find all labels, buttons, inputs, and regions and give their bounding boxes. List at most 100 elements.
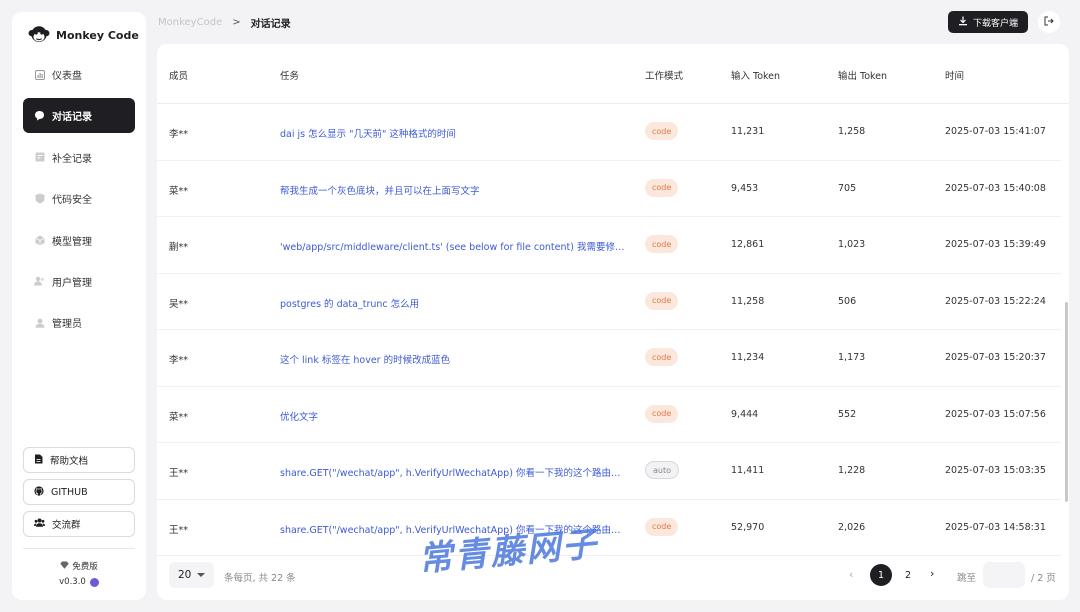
time-cell: 2025-07-03 15:40:08 (945, 182, 1046, 194)
breadcrumb-root[interactable]: MonkeyCode (158, 17, 222, 28)
github-button[interactable]: GITHUB (23, 479, 135, 505)
version-label: v0.3.0 (59, 577, 86, 587)
time-cell: 2025-07-03 15:07:56 (945, 408, 1046, 420)
mode-badge: code (645, 122, 679, 140)
sidebar-item-completion-records[interactable]: 补全记录 (23, 140, 135, 175)
output-token-cell: 506 (838, 295, 857, 307)
sidebar-item-code-security[interactable]: 代码安全 (23, 181, 135, 216)
sidebar: Monkey Code 仪表盘 对话记录 补全记录 代码安全 模型管理 用户管理… (12, 12, 146, 600)
breadcrumb: MonkeyCode > 对话记录 (158, 15, 291, 30)
help-docs-label: 帮助文档 (50, 456, 89, 467)
member-cell: 李** (169, 129, 189, 140)
time-cell: 2025-07-03 15:20:37 (945, 352, 1046, 363)
update-indicator-icon[interactable] (89, 577, 99, 587)
mode-badge: auto (645, 461, 680, 479)
member-cell: 吴** (169, 298, 189, 310)
community-group-label: 交流群 (52, 520, 81, 531)
table-header: 成员 任务 工作模式 输入 Token 输出 Token 时间 (157, 44, 1069, 104)
mode-badge: code (645, 235, 679, 253)
version-info: 免费版 v0.3.0 (12, 560, 146, 587)
edition-badge: 免费版 (12, 560, 146, 572)
version-row: v0.3.0 (12, 577, 146, 587)
output-token-cell: 705 (838, 182, 857, 194)
table-row[interactable]: 吴** postgres 的 data_trunc 怎么用 code 11,25… (157, 274, 1061, 330)
sidebar-item-label: 对话记录 (52, 112, 92, 124)
output-token-cell: 1,258 (838, 126, 866, 137)
jump-page-input[interactable] (983, 562, 1025, 588)
edition-label: 免费版 (72, 562, 98, 572)
sidebar-item-dashboard[interactable]: 仪表盘 (23, 57, 135, 92)
chat-records-panel: 成员 任务 工作模式 输入 Token 输出 Token 时间 李** dai … (157, 44, 1069, 600)
input-token-cell: 9,453 (731, 182, 759, 194)
pagination: 20 条每页, 共 22 条 ‹ 1 2 › 跳至 / 2 页 (157, 558, 1069, 600)
column-time: 时间 (945, 71, 965, 82)
table-row[interactable]: 菜** 帮我生成一个灰色底块，并且可以在上面写文字 code 9,453 705… (157, 161, 1061, 217)
page-size-select[interactable]: 20 (169, 562, 214, 588)
sidebar-item-label: 代码安全 (52, 195, 92, 207)
sidebar-item-label: 补全记录 (52, 153, 92, 165)
column-task: 任务 (280, 71, 300, 82)
sidebar-item-label: 模型管理 (52, 236, 92, 248)
brand-name: Monkey Code (56, 28, 139, 42)
table-row[interactable]: 蒯** 'web/app/src/middleware/client.ts' (… (157, 217, 1061, 274)
column-output-token: 输出 Token (838, 71, 888, 82)
sidebar-item-label: 用户管理 (52, 277, 92, 289)
input-token-cell: 11,231 (731, 126, 765, 137)
dashboard-icon (34, 69, 45, 80)
table-scrollbar[interactable] (1065, 302, 1068, 502)
download-client-button[interactable]: 下载客户端 (948, 11, 1028, 33)
cube-icon (34, 235, 45, 246)
community-group-button[interactable]: 交流群 (23, 511, 135, 537)
task-link[interactable]: 优化文字 (280, 409, 318, 423)
task-link[interactable]: postgres 的 data_trunc 怎么用 (280, 296, 419, 310)
next-page-button[interactable]: › (930, 567, 934, 580)
page-1-button[interactable]: 1 (870, 564, 892, 586)
chevron-down-icon (197, 573, 206, 577)
table-row[interactable]: 王** share.GET("/wechat/app", h.VerifyUrl… (157, 443, 1061, 500)
monkey-logo-icon (28, 26, 50, 42)
sidebar-item-chat-records[interactable]: 对话记录 (23, 98, 135, 134)
input-token-cell: 11,234 (731, 352, 765, 363)
mode-badge: code (645, 348, 679, 366)
table-row[interactable]: 李** dai js 怎么显示 "几天前" 这种格式的时间 code 11,23… (157, 104, 1061, 161)
time-cell: 2025-07-03 14:58:31 (945, 521, 1046, 533)
total-pages-label: / 2 页 (1031, 573, 1056, 584)
task-link[interactable]: dai js 怎么显示 "几天前" 这种格式的时间 (280, 126, 456, 140)
input-token-cell: 11,411 (731, 465, 765, 476)
mode-badge: code (645, 178, 679, 197)
logout-button[interactable] (1038, 11, 1060, 33)
output-token-cell: 1,228 (838, 465, 866, 476)
sidebar-links: 帮助文档 GITHUB 交流群 (23, 447, 135, 543)
task-link[interactable]: 帮我生成一个灰色底块，并且可以在上面写文字 (280, 183, 480, 197)
brand-logo[interactable]: Monkey Code (28, 24, 139, 46)
github-label: GITHUB (51, 486, 88, 498)
task-link[interactable]: 这个 link 标签在 hover 的时候改成蓝色 (280, 352, 450, 366)
doc-icon (34, 454, 43, 467)
sidebar-item-label: 仪表盘 (52, 71, 82, 82)
pagination-summary: 条每页, 共 22 条 (224, 573, 296, 584)
member-cell: 王** (169, 524, 189, 536)
sidebar-item-user-management[interactable]: 用户管理 (23, 264, 135, 299)
task-link[interactable]: share.GET("/wechat/app", h.VerifyUrlWech… (280, 465, 625, 479)
page-2-button[interactable]: 2 (901, 564, 915, 586)
time-cell: 2025-07-03 15:03:35 (945, 465, 1046, 476)
diamond-icon (60, 561, 69, 572)
shield-icon (34, 193, 45, 204)
sidebar-item-admin[interactable]: 管理员 (23, 305, 135, 340)
time-cell: 2025-07-03 15:22:24 (945, 295, 1046, 307)
task-link[interactable]: 'web/app/src/middleware/client.ts' (see … (280, 239, 625, 253)
logout-icon (1044, 16, 1054, 29)
input-token-cell: 52,970 (731, 521, 765, 533)
sidebar-nav: 仪表盘 对话记录 补全记录 代码安全 模型管理 用户管理 管理员 (23, 57, 135, 347)
sidebar-item-model-management[interactable]: 模型管理 (23, 223, 135, 258)
column-mode: 工作模式 (645, 71, 684, 82)
prev-page-button[interactable]: ‹ (849, 568, 853, 581)
table-row[interactable]: 李** 这个 link 标签在 hover 的时候改成蓝色 code 11,23… (157, 330, 1061, 387)
breadcrumb-separator: > (232, 17, 241, 28)
input-token-cell: 9,444 (731, 408, 759, 420)
table-row[interactable]: 王** share.GET("/wechat/app", h.VerifyUrl… (157, 500, 1061, 556)
help-docs-button[interactable]: 帮助文档 (23, 447, 135, 473)
users-icon (34, 276, 45, 287)
table-row[interactable]: 菜** 优化文字 code 9,444 552 2025-07-03 15:07… (157, 387, 1061, 443)
time-cell: 2025-07-03 15:41:07 (945, 126, 1046, 137)
